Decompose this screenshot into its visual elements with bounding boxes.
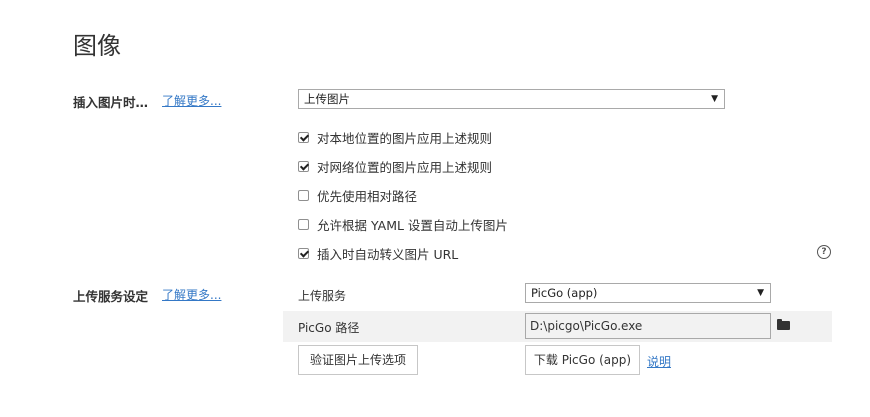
verify-upload-button[interactable]: 验证图片上传选项 bbox=[298, 345, 418, 375]
explain-link[interactable]: 说明 bbox=[647, 353, 671, 370]
network-images-checkbox[interactable] bbox=[298, 160, 309, 172]
insert-image-label: 插入图片时… bbox=[73, 95, 149, 110]
network-images-label: 对网络位置的图片应用上述规则 bbox=[317, 159, 493, 175]
upload-service-select[interactable]: PicGo (app) ▼ bbox=[525, 283, 771, 303]
option-escape-url[interactable]: 插入时自动转义图片 URL bbox=[298, 244, 458, 262]
escape-url-label: 插入时自动转义图片 URL bbox=[317, 246, 459, 262]
relative-path-label: 优先使用相对路径 bbox=[317, 188, 418, 204]
upload-service-value: PicGo (app) bbox=[531, 286, 598, 300]
help-icon[interactable]: ? bbox=[817, 245, 831, 259]
picgo-path-label: PicGo 路径 bbox=[298, 321, 360, 335]
option-local-images[interactable]: 对本地位置的图片应用上述规则 bbox=[298, 128, 492, 146]
local-images-checkbox[interactable] bbox=[298, 131, 309, 143]
insert-action-select[interactable]: 上传图片 ▼ bbox=[298, 89, 725, 109]
option-yaml-upload[interactable]: 允许根据 YAML 设置自动上传图片 bbox=[298, 215, 508, 233]
picgo-path-input[interactable]: D:\picgo\PicGo.exe bbox=[525, 313, 771, 339]
download-picgo-button[interactable]: 下载 PicGo (app) bbox=[525, 345, 640, 375]
insert-action-value: 上传图片 bbox=[304, 92, 350, 106]
upload-service-label: 上传服务 bbox=[298, 289, 347, 303]
chevron-down-icon: ▼ bbox=[757, 288, 764, 298]
escape-url-checkbox[interactable] bbox=[298, 247, 309, 259]
chevron-down-icon: ▼ bbox=[711, 94, 718, 104]
upload-service-settings-label: 上传服务设定 bbox=[73, 289, 149, 304]
insert-learn-more-link[interactable]: 了解更多... bbox=[162, 92, 221, 109]
yaml-upload-checkbox[interactable] bbox=[298, 218, 309, 230]
yaml-upload-label: 允许根据 YAML 设置自动上传图片 bbox=[317, 217, 508, 233]
page-title: 图像 bbox=[73, 32, 121, 60]
option-relative-path[interactable]: 优先使用相对路径 bbox=[298, 186, 417, 204]
upload-learn-more-link[interactable]: 了解更多... bbox=[162, 286, 221, 303]
folder-icon[interactable] bbox=[777, 319, 790, 330]
option-network-images[interactable]: 对网络位置的图片应用上述规则 bbox=[298, 157, 492, 175]
local-images-label: 对本地位置的图片应用上述规则 bbox=[317, 130, 493, 146]
relative-path-checkbox[interactable] bbox=[298, 189, 309, 201]
